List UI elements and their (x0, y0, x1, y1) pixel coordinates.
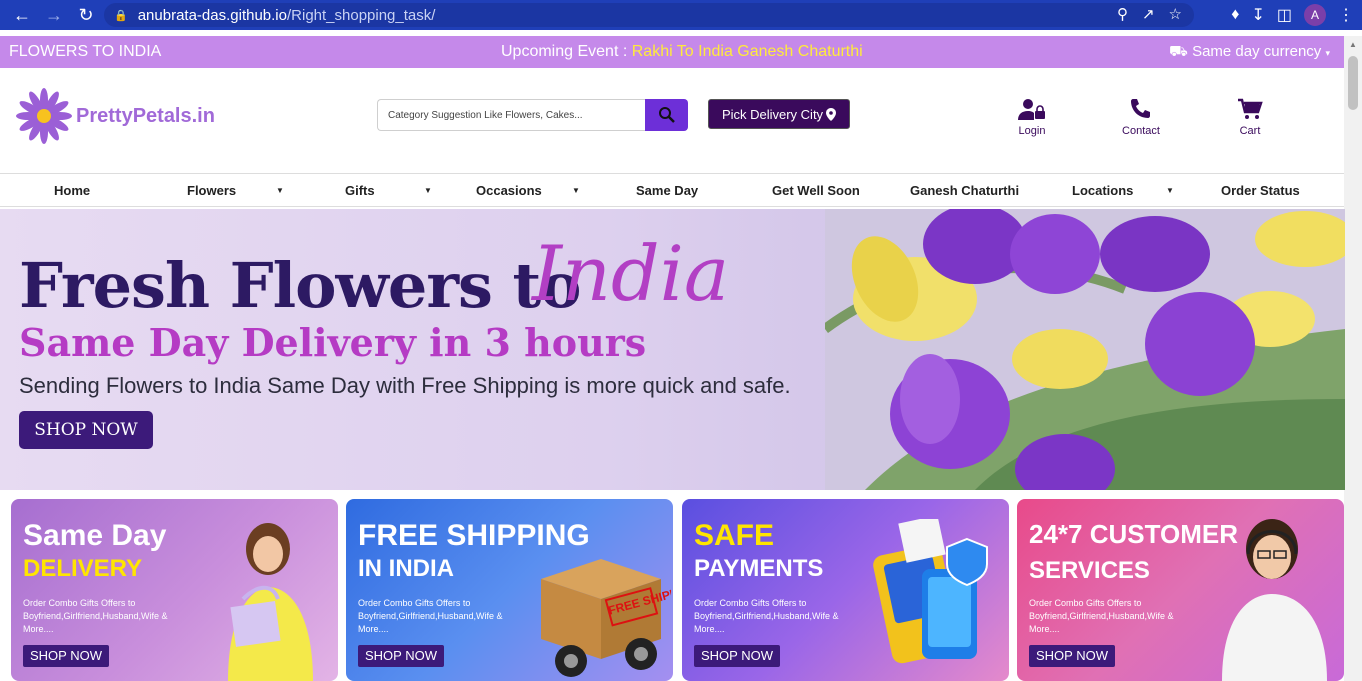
page-scrollbar[interactable]: ▲ (1344, 36, 1362, 681)
event-label: Upcoming Event : (501, 43, 628, 60)
currency-selector[interactable]: ⛟ Same day currency ▾ (1169, 43, 1330, 62)
tulip-flowers-image (825, 209, 1345, 490)
card-shop-now-button[interactable]: SHOP NOW (694, 645, 780, 667)
scroll-up-icon[interactable]: ▲ (1349, 40, 1357, 49)
nav-get-well-soon[interactable]: Get Well Soon (772, 174, 860, 207)
truck-icon: ⛟ (1169, 42, 1188, 60)
currency-label: Same day currency (1192, 42, 1322, 60)
card-free-shipping[interactable]: FREE SHIPPING FREE SHIPPING IN INDIA Ord… (346, 499, 673, 681)
reload-icon[interactable]: ↻ (70, 0, 102, 30)
hero-title: Fresh Flowers to (19, 249, 581, 322)
hero-shop-now-button[interactable]: SHOP NOW (19, 411, 153, 449)
card-desc: Order Combo Gifts Offers to Boyfriend,Gi… (1029, 598, 1174, 634)
scrollbar-thumb[interactable] (1348, 56, 1358, 110)
user-lock-icon (1018, 99, 1045, 120)
nav-order-status[interactable]: Order Status (1221, 174, 1300, 207)
flower-logo-icon (16, 88, 72, 144)
nav-home[interactable]: Home (54, 174, 90, 207)
sidepanel-icon[interactable]: ◫ (1277, 5, 1292, 25)
nav-same-day[interactable]: Same Day (636, 174, 698, 207)
zoom-icon[interactable]: ⚲ (1117, 3, 1128, 27)
woman-gift-image (228, 523, 313, 681)
hero-subtitle: Same Day Delivery in 3 hours (19, 320, 647, 365)
menu-kebab-icon[interactable]: ⋮ (1338, 5, 1354, 25)
cart-icon (1238, 98, 1263, 119)
card-line2: IN INDIA (358, 555, 454, 582)
url-path: /Right_shopping_task/ (286, 6, 436, 24)
forward-icon[interactable]: → (38, 0, 70, 30)
back-icon[interactable]: ← (6, 0, 38, 30)
card-line2: PAYMENTS (694, 555, 824, 582)
chevron-down-icon: ▼ (1166, 186, 1174, 195)
chevron-down-icon: ▾ (1325, 47, 1330, 58)
card-shop-now-button[interactable]: SHOP NOW (358, 645, 444, 667)
card-line2: SERVICES (1029, 557, 1150, 584)
cart-link[interactable]: Cart (1220, 98, 1280, 137)
strip-brand: FLOWERS TO INDIA (9, 43, 162, 60)
event-highlight[interactable]: Rakhi To India Ganesh Chaturthi (632, 43, 863, 60)
upcoming-event: Upcoming Event : Rakhi To India Ganesh C… (501, 43, 863, 61)
main-nav: Home Flowers ▼ Gifts ▼ Occasions ▼ Same … (0, 173, 1344, 207)
phone-icon (1131, 99, 1150, 118)
top-strip: FLOWERS TO INDIA Upcoming Event : Rakhi … (0, 36, 1344, 68)
login-link[interactable]: Login (1002, 98, 1062, 137)
chevron-down-icon: ▼ (572, 186, 580, 195)
card-line1: FREE SHIPPING (358, 519, 590, 552)
location-pin-icon (826, 107, 837, 121)
hero-text: Sending Flowers to India Same Day with F… (19, 373, 791, 398)
hero-title-script: India (532, 229, 730, 318)
nav-occasions[interactable]: Occasions (476, 174, 542, 207)
contact-label: Contact (1122, 125, 1160, 137)
lock-icon[interactable]: 🔒 (114, 9, 128, 22)
pick-delivery-city-button[interactable]: Pick Delivery City (708, 99, 850, 129)
site-logo[interactable]: PrettyPetals.in (16, 88, 215, 144)
card-safe-payments[interactable]: SAFE PAYMENTS Order Combo Gifts Offers t… (682, 499, 1009, 681)
browser-actions: ♦ ↧ ◫ A ⋮ (1231, 0, 1354, 30)
nav-gifts[interactable]: Gifts (345, 174, 375, 207)
browser-nav: ← → ↻ (0, 0, 102, 30)
card-desc: Order Combo Gifts Offers to Boyfriend,Gi… (358, 598, 503, 634)
card-shop-now-button[interactable]: SHOP NOW (1029, 645, 1115, 667)
pick-city-label: Pick Delivery City (721, 106, 824, 122)
card-line1: SAFE (694, 519, 775, 552)
extensions-icon[interactable]: ♦ (1231, 6, 1239, 24)
address-bar[interactable]: 🔒 anubrata-das.github.io/Right_shopping_… (104, 3, 1194, 27)
search-icon (658, 107, 675, 123)
share-icon[interactable]: ↗ (1142, 3, 1155, 27)
shipping-box-image: FREE SHIPPING (541, 559, 671, 677)
nav-locations[interactable]: Locations (1072, 174, 1133, 207)
search-button[interactable] (645, 99, 688, 131)
login-label: Login (1018, 125, 1046, 137)
chevron-down-icon: ▼ (424, 186, 432, 195)
contact-link[interactable]: Contact (1111, 98, 1171, 137)
profile-avatar[interactable]: A (1304, 4, 1326, 26)
payment-terminal-image (873, 519, 988, 664)
card-desc: Order Combo Gifts Offers to Boyfriend,Gi… (694, 598, 839, 634)
bookmark-star-icon[interactable]: ☆ (1169, 3, 1182, 27)
search-input[interactable] (377, 99, 645, 131)
card-shop-now-button[interactable]: SHOP NOW (23, 645, 109, 667)
browser-toolbar: ← → ↻ 🔒 anubrata-das.github.io/Right_sho… (0, 0, 1362, 30)
url-host: anubrata-das.github.io (137, 6, 287, 24)
hero-banner: Fresh Flowers to India Same Day Delivery… (0, 209, 1345, 490)
nav-flowers[interactable]: Flowers (187, 174, 236, 207)
card-desc: Order Combo Gifts Offers to Boyfriend,Gi… (23, 598, 168, 634)
search-bar (377, 99, 688, 131)
nav-ganesh-chaturthi[interactable]: Ganesh Chaturthi (910, 174, 1019, 207)
chevron-down-icon: ▼ (276, 186, 284, 195)
card-customer-services[interactable]: 24*7 CUSTOMER SERVICES Order Combo Gifts… (1017, 499, 1344, 681)
download-icon[interactable]: ↧ (1251, 5, 1264, 25)
card-line1: Same Day (23, 519, 167, 552)
cart-label: Cart (1239, 125, 1261, 137)
card-same-day-delivery[interactable]: Same Day DELIVERY Order Combo Gifts Offe… (11, 499, 338, 681)
feature-cards: Same Day DELIVERY Order Combo Gifts Offe… (0, 490, 1344, 681)
card-line1: 24*7 CUSTOMER (1029, 519, 1239, 549)
logo-text: PrettyPetals.in (76, 104, 215, 127)
site-header: PrettyPetals.in Pick Delivery City Login… (0, 68, 1344, 173)
card-line2: DELIVERY (23, 555, 143, 582)
